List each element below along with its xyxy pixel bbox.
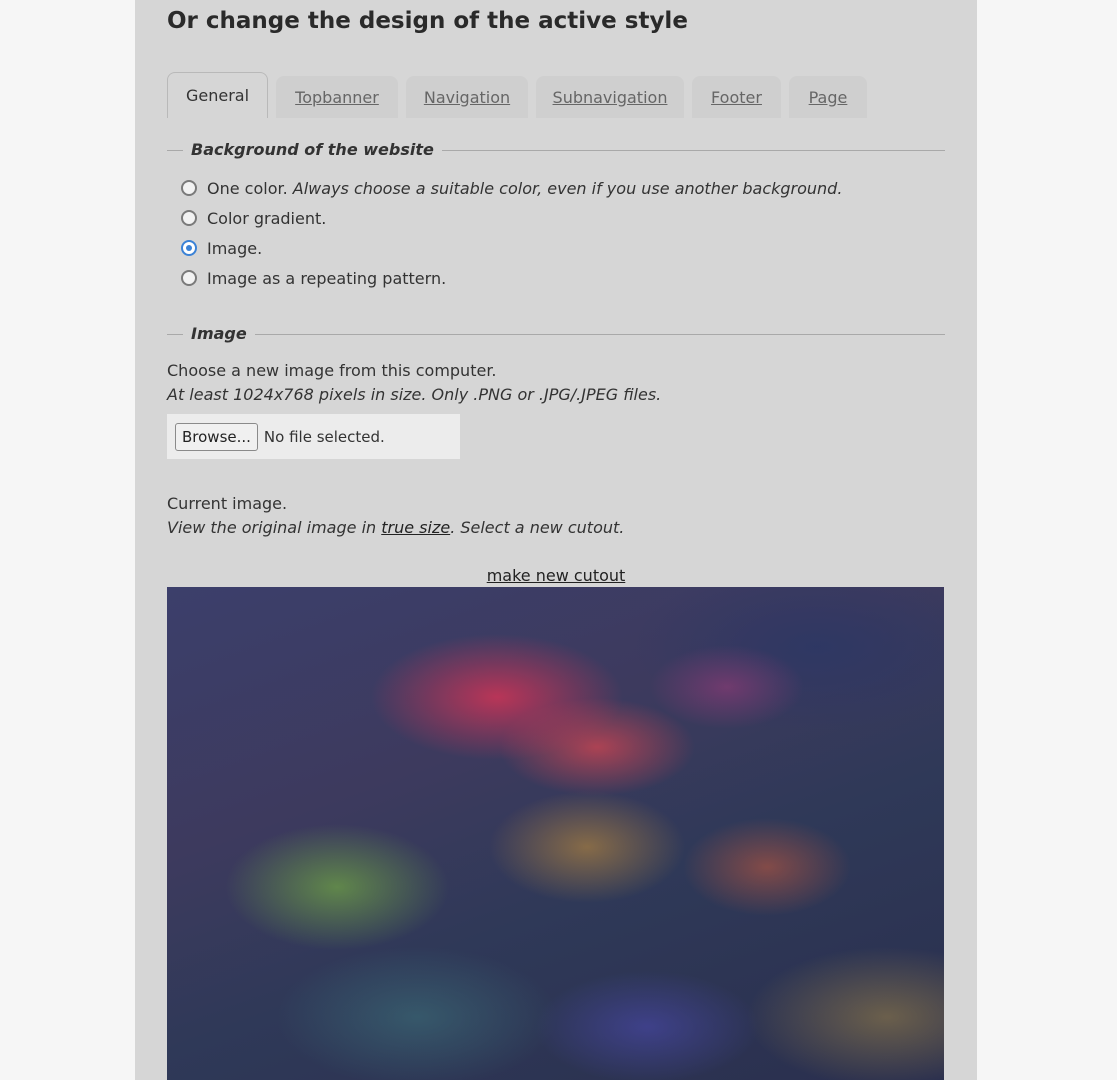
file-status-text: No file selected. (263, 427, 385, 446)
radio-image-label: Image. (207, 238, 263, 258)
legend-divider-right (399, 150, 945, 151)
view-original-prefix: View the original image in (167, 518, 382, 537)
radio-repeating-pattern-label: Image as a repeating pattern. (207, 268, 447, 288)
radio-option-color-gradient[interactable]: Color gradient. (181, 207, 326, 229)
radio-option-one-color[interactable]: One color. Always choose a suitable colo… (181, 177, 842, 199)
tab-general[interactable]: General (167, 72, 268, 118)
background-legend-text: Background of the website (191, 140, 442, 159)
current-image-text: Current image. (167, 494, 288, 513)
file-upload-field[interactable]: Browse... No file selected. (167, 414, 460, 459)
radio-one-color-label: One color. (207, 178, 288, 198)
image-legend-text: Image (191, 324, 255, 343)
legend-divider-left (167, 150, 183, 151)
tab-bar: General Topbanner Navigation Subnavigati… (167, 72, 945, 118)
true-size-link[interactable]: true size (381, 518, 450, 537)
tab-topbanner[interactable]: Topbanner (276, 76, 398, 118)
make-new-cutout-link[interactable]: make new cutout (487, 566, 626, 585)
radio-repeating-pattern[interactable] (181, 270, 197, 286)
radio-one-color-note: Always choose a suitable color, even if … (292, 178, 843, 198)
image-fieldset-legend: Image (167, 324, 945, 344)
background-fieldset-legend: Background of the website (167, 140, 945, 160)
legend-divider-right (247, 334, 945, 335)
choose-image-text: Choose a new image from this computer. (167, 361, 497, 380)
tab-page[interactable]: Page (789, 76, 867, 118)
radio-one-color[interactable] (181, 180, 197, 196)
radio-option-image[interactable]: Image. (181, 237, 262, 259)
radio-color-gradient[interactable] (181, 210, 197, 226)
view-original-text: View the original image in true size. Se… (167, 518, 624, 537)
radio-option-repeating-pattern[interactable]: Image as a repeating pattern. (181, 267, 446, 289)
page-title: Or change the design of the active style (167, 8, 688, 34)
tab-navigation[interactable]: Navigation (406, 76, 528, 118)
legend-divider-left (167, 334, 183, 335)
image-requirements-text: At least 1024x768 pixels in size. Only .… (167, 385, 662, 404)
current-image-preview[interactable] (167, 587, 944, 1080)
tab-footer[interactable]: Footer (692, 76, 781, 118)
content-panel: Or change the design of the active style… (135, 0, 977, 1080)
view-original-suffix: . Select a new cutout. (450, 518, 625, 537)
radio-image[interactable] (181, 240, 197, 256)
cutout-row: make new cutout (167, 566, 945, 585)
tab-subnavigation[interactable]: Subnavigation (536, 76, 684, 118)
radio-color-gradient-label: Color gradient. (207, 208, 327, 228)
browse-button[interactable]: Browse... (175, 422, 258, 451)
